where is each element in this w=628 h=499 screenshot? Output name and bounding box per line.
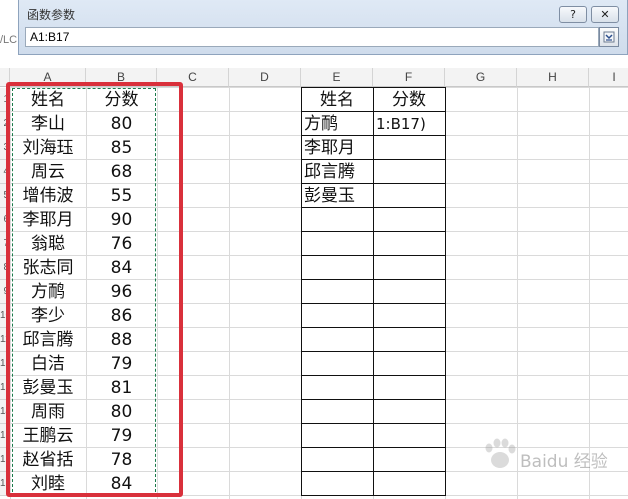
table-border-horizontal [301,183,446,184]
lookup-name-cell[interactable] [301,304,376,328]
lookup-score-cell[interactable] [373,256,445,280]
table-border-horizontal [301,471,446,472]
table-border-vertical [373,87,374,496]
lookup-score-cell[interactable] [373,160,445,184]
lookup-score-cell[interactable]: 1:B17) [373,112,448,136]
lookup-name-cell[interactable] [301,256,376,280]
lookup-header-name[interactable]: 姓名 [301,88,373,112]
table-border-horizontal [301,87,446,88]
lookup-score-cell[interactable] [373,400,445,424]
gridline-vertical [229,87,230,499]
column-header-i[interactable]: I [589,68,628,87]
lookup-score-cell[interactable] [373,424,445,448]
reference-input[interactable]: A1:B17 [25,27,599,47]
lookup-name-cell[interactable]: 邱言腾 [301,160,376,184]
lookup-score-cell[interactable] [373,352,445,376]
lookup-name-cell[interactable]: 李耶月 [301,136,376,160]
lookup-name-cell[interactable]: 方鸸 [301,112,376,136]
lookup-score-cell[interactable] [373,232,445,256]
table-border-horizontal [301,423,446,424]
lookup-name-cell[interactable] [301,280,376,304]
lookup-score-cell[interactable] [373,328,445,352]
column-header-g[interactable]: G [445,68,517,87]
help-button[interactable]: ? [559,6,587,23]
lookup-score-cell[interactable] [373,304,445,328]
column-header-d[interactable]: D [229,68,301,87]
table-border-vertical [445,87,446,496]
lookup-name-cell[interactable] [301,472,376,496]
table-border-horizontal [301,375,446,376]
table-border-vertical [301,87,302,496]
highlight-frame [6,82,183,497]
collapse-icon [603,31,615,43]
table-border-horizontal [301,351,446,352]
lookup-score-cell[interactable] [373,448,445,472]
function-arguments-dialog: 函数参数 ? ✕ A1:B17 [18,0,628,55]
table-border-horizontal [301,495,446,496]
table-border-horizontal [301,135,446,136]
lookup-name-cell[interactable] [301,208,376,232]
lookup-score-cell[interactable] [373,280,445,304]
lookup-name-cell[interactable] [301,232,376,256]
table-border-horizontal [301,399,446,400]
table-border-horizontal [301,207,446,208]
table-border-horizontal [301,279,446,280]
lookup-name-cell[interactable] [301,352,376,376]
column-header-f[interactable]: F [373,68,445,87]
lookup-name-cell[interactable] [301,448,376,472]
lookup-name-cell[interactable]: 彭曼玉 [301,184,376,208]
lookup-name-cell[interactable] [301,424,376,448]
lookup-name-cell[interactable] [301,376,376,400]
dialog-title: 函数参数 [27,8,76,22]
lookup-header-score[interactable]: 分数 [373,88,445,112]
close-button[interactable]: ✕ [591,6,619,23]
table-border-horizontal [301,231,446,232]
column-header-e[interactable]: E [301,68,373,87]
column-header-h[interactable]: H [517,68,589,87]
lookup-name-cell[interactable] [301,328,376,352]
table-border-horizontal [301,159,446,160]
table-border-horizontal [301,255,446,256]
lookup-score-cell[interactable] [373,184,445,208]
formula-bar-fragment: /LC [0,34,18,46]
lookup-score-cell[interactable] [373,472,445,496]
table-border-horizontal [301,447,446,448]
table-border-horizontal [301,327,446,328]
watermark-text: Baidu 经验 [520,452,608,472]
table-border-horizontal [301,111,446,112]
table-border-horizontal [301,303,446,304]
lookup-name-cell[interactable] [301,400,376,424]
collapse-dialog-button[interactable] [599,27,619,47]
lookup-score-cell[interactable] [373,376,445,400]
lookup-score-cell[interactable] [373,136,445,160]
lookup-score-cell[interactable] [373,208,445,232]
